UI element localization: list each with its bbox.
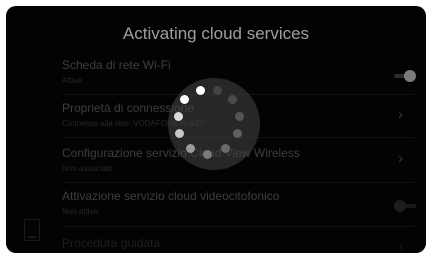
spinner-dot [180,95,189,104]
spinner-dot [186,144,195,153]
loading-spinner-icon [168,78,260,170]
spinner-dot [196,86,205,95]
spinner-dot [235,112,244,121]
app-screen: Activating cloud services Scheda di rete… [6,6,426,253]
spinner-dot [228,95,237,104]
spinner-dot [203,150,212,159]
spinner-dot [175,129,184,138]
spinner-dot [174,112,183,121]
spinner-dot [233,129,242,138]
spinner-dot [221,144,230,153]
spinner-dot [213,86,222,95]
